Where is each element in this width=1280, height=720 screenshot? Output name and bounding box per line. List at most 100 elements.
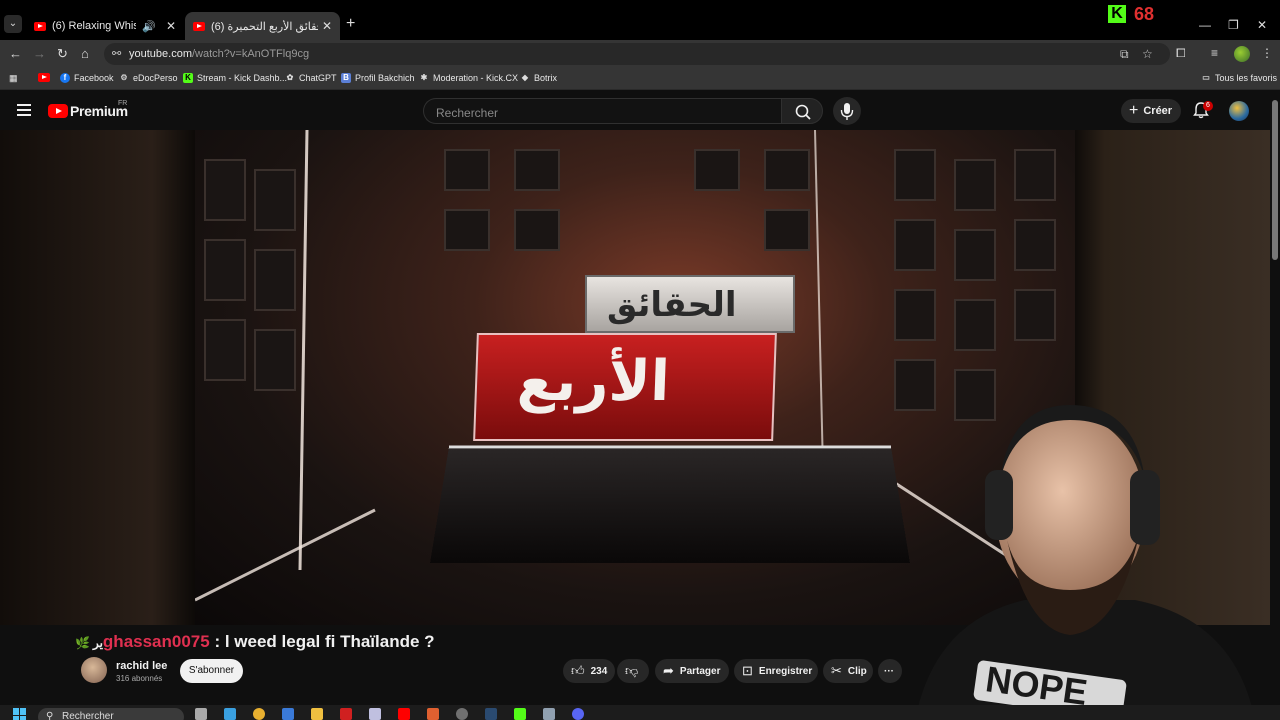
task-view-icon[interactable] (195, 708, 207, 720)
new-tab-button[interactable]: + (346, 15, 355, 33)
youtube-favicon-icon (193, 21, 205, 31)
home-icon[interactable]: ⌂ (81, 46, 89, 61)
plus-icon: + (1129, 102, 1139, 119)
leaf-icon: 🌿 (75, 636, 90, 650)
bookmark-moderation-kick[interactable]: ✱ Moderation - Kick.CX (419, 73, 518, 83)
create-button[interactable]: + Créer (1121, 99, 1181, 123)
extensions-icon[interactable]: ⧠ (1176, 46, 1186, 61)
kick-icon: K (183, 73, 193, 83)
close-tab-icon[interactable]: ✕ (322, 19, 332, 33)
bookmark-icon: ⊡ (742, 663, 753, 678)
share-label: Partager (679, 665, 721, 677)
clip-button[interactable]: ✂ Clip (823, 659, 873, 683)
app-icon[interactable] (456, 708, 468, 720)
store-icon[interactable] (282, 708, 294, 720)
chrome-icon[interactable] (253, 708, 265, 720)
copilot-icon[interactable] (224, 708, 236, 720)
chat-text: : l weed legal fi Thaïlande ? (209, 632, 435, 651)
file-explorer-icon[interactable] (311, 708, 323, 720)
install-app-icon[interactable]: ⧉ (1120, 47, 1129, 62)
tab-search-button[interactable]: ⌄ (4, 15, 22, 33)
chat-prefix: ير (92, 636, 103, 650)
bookmark-botrix[interactable]: ◆ Botrix (520, 73, 557, 83)
bookmark-label: Profil Bakchich (355, 73, 415, 83)
voice-search-button[interactable] (833, 97, 861, 125)
bookmark-facebook[interactable]: f Facebook (60, 73, 114, 83)
tab-title: الحقائق الأربع التحميرة (6) - YouTube (211, 20, 318, 33)
kick-icon[interactable] (514, 708, 526, 720)
address-bar[interactable]: ⚯ youtube.com/watch?v=kAnOTFlq9cg ⧉ ☆ (104, 43, 1170, 65)
botrix-icon: ◆ (521, 73, 529, 82)
title-top-panel: الحقائق (585, 275, 795, 333)
bookmark-label: Stream - Kick Dashb... (197, 73, 288, 83)
hamburger-menu-icon[interactable] (17, 104, 31, 119)
clip-label: Clip (847, 665, 867, 677)
url-text[interactable]: youtube.com/watch?v=kAnOTFlq9cg (129, 48, 309, 60)
tab-relaxing-whiskey-blues[interactable]: (6) Relaxing Whiskey Blues 🔊 ✕ (26, 12, 184, 40)
discord-icon[interactable] (572, 708, 584, 720)
app-icon[interactable] (369, 708, 381, 720)
app-icon[interactable] (543, 708, 555, 720)
folder-icon: ▭ (1202, 73, 1210, 82)
youtube-icon (38, 73, 50, 82)
bookmark-chatgpt[interactable]: ✿ ChatGPT (285, 73, 337, 83)
site-info-icon[interactable]: ⚯ (112, 47, 121, 60)
bookmark-kick-dashboard[interactable]: K Stream - Kick Dashb... (183, 73, 287, 83)
minimize-button[interactable]: — (1199, 18, 1211, 32)
kickcx-icon: ✱ (420, 73, 428, 82)
like-button[interactable]: 👍︎ 234 (563, 659, 615, 683)
taskbar-search[interactable]: ⚲ Rechercher (38, 708, 184, 720)
profile-avatar[interactable] (1234, 46, 1250, 62)
share-icon: ➦ (663, 663, 674, 678)
save-button[interactable]: ⊡ Enregistrer (734, 659, 818, 683)
dislike-button[interactable]: 👎︎ (617, 659, 649, 683)
browser-toolbar: ← → ↻ ⌂ ⚯ youtube.com/watch?v=kAnOTFlq9c… (0, 40, 1280, 68)
app-icon[interactable] (340, 708, 352, 720)
page-scrollbar[interactable] (1272, 100, 1278, 260)
youtube-icon[interactable] (398, 708, 410, 720)
close-window-button[interactable]: ✕ (1257, 18, 1267, 32)
search-button[interactable] (781, 98, 823, 124)
more-actions-button[interactable]: ··· (878, 659, 902, 683)
bookmark-star-icon[interactable]: ☆ (1142, 47, 1153, 61)
bookmark-label: Facebook (74, 73, 114, 83)
tab-strip: ⌄ (6) Relaxing Whiskey Blues 🔊 ✕ الحقائق… (0, 0, 1280, 40)
share-button[interactable]: ➦ Partager (655, 659, 729, 683)
chrome-menu-icon[interactable]: ⋮ (1261, 46, 1273, 60)
studio-podium (430, 445, 910, 564)
steam-icon[interactable] (485, 708, 497, 720)
bookmark-youtube[interactable] (38, 73, 56, 82)
youtube-logo-icon[interactable] (48, 104, 68, 118)
save-label: Enregistrer (758, 665, 813, 677)
app-icon[interactable] (427, 708, 439, 720)
subscribe-button[interactable]: S'abonner (180, 659, 243, 683)
search-icon: ⚲ (46, 711, 54, 720)
search-input[interactable]: Rechercher (423, 98, 781, 124)
channel-avatar[interactable] (81, 657, 107, 683)
media-controls-icon[interactable]: ≡ (1211, 46, 1218, 60)
forward-arrow-icon[interactable]: → (33, 46, 46, 61)
speaker-icon[interactable]: 🔊 (142, 20, 156, 33)
title-top-text: الحقائق (607, 285, 737, 325)
all-bookmarks-folder[interactable]: ▭ Tous les favoris (1201, 73, 1277, 83)
search-placeholder: Rechercher (436, 106, 499, 120)
screen: ⌄ (6) Relaxing Whiskey Blues 🔊 ✕ الحقائق… (0, 0, 1280, 720)
back-arrow-icon[interactable]: ← (9, 46, 22, 61)
account-avatar[interactable] (1229, 101, 1249, 121)
kick-viewer-count: 68 (1134, 4, 1155, 24)
tab-active-youtube[interactable]: الحقائق الأربع التحميرة (6) - YouTube ✕ (185, 12, 340, 40)
bookmark-edocperso[interactable]: ⚙ eDocPerso (119, 73, 177, 83)
close-tab-icon[interactable]: ✕ (166, 19, 176, 33)
channel-name[interactable]: rachid lee (116, 660, 167, 672)
restore-button[interactable]: ❐ (1228, 18, 1239, 32)
tab-title: (6) Relaxing Whiskey Blues (52, 20, 137, 32)
show-title-card: الحقائق الأربع (473, 275, 795, 445)
bookmark-profil-bakchich[interactable]: B Profil Bakchich (341, 73, 415, 83)
apps-grid-icon[interactable]: ▦ (9, 73, 18, 84)
bookmark-label: Tous les favoris (1215, 73, 1278, 83)
scissors-icon: ✂ (831, 663, 842, 678)
reload-icon[interactable]: ↻ (57, 46, 68, 62)
windows-start-icon[interactable] (13, 708, 27, 720)
chat-username: ghassan0075 (102, 632, 210, 651)
edocperso-icon: ⚙ (120, 73, 128, 82)
